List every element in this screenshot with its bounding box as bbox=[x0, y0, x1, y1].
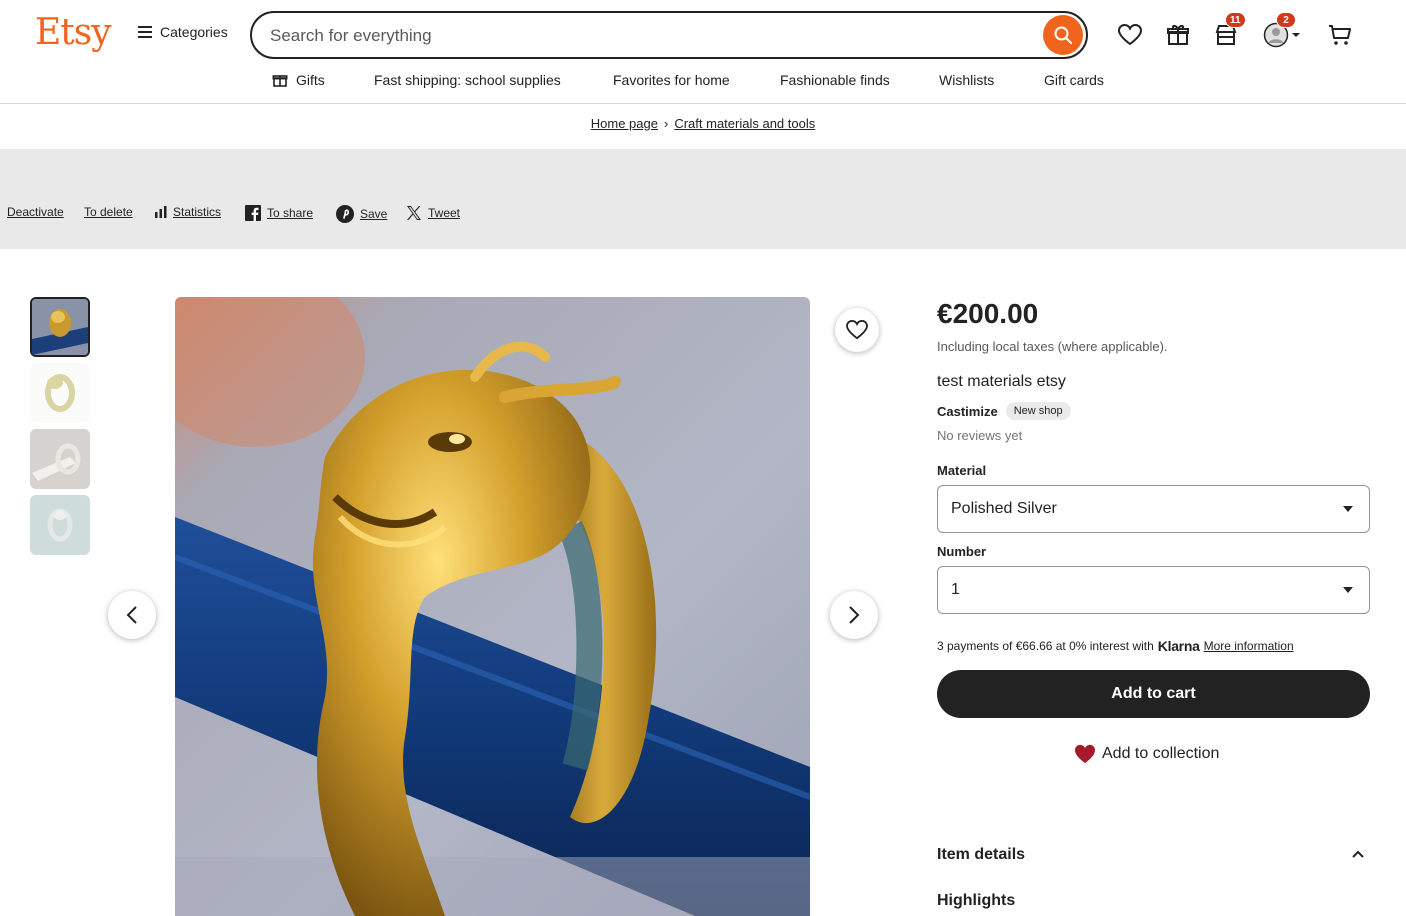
add-to-cart-button[interactable]: Add to cart bbox=[937, 670, 1370, 718]
dropdown-caret-icon bbox=[1343, 587, 1353, 593]
pinterest-save-link[interactable]: Save bbox=[336, 205, 387, 223]
chevron-right-icon: › bbox=[663, 116, 669, 131]
bar-chart-icon bbox=[155, 206, 167, 218]
statistics-label: Statistics bbox=[173, 205, 222, 219]
next-image-button[interactable] bbox=[830, 591, 878, 639]
item-details-heading: Item details bbox=[937, 846, 1026, 863]
previous-image-button[interactable] bbox=[108, 591, 156, 639]
etsy-logo[interactable]: Etsy bbox=[35, 12, 112, 53]
highlights-heading: Highlights bbox=[937, 892, 1016, 909]
favorites-button[interactable] bbox=[1117, 22, 1143, 48]
facebook-icon bbox=[245, 205, 261, 221]
tweet-link[interactable]: Tweet bbox=[406, 205, 460, 221]
material-selected-value: Polished Silver bbox=[951, 500, 1057, 517]
klarna-more-info-link[interactable]: More information bbox=[1204, 639, 1294, 653]
chevron-left-icon bbox=[126, 606, 137, 624]
nav-item-gifts[interactable]: Gifts bbox=[272, 72, 325, 88]
heart-filled-icon bbox=[1075, 744, 1095, 764]
product-main-image[interactable] bbox=[175, 297, 810, 916]
thumbnail-4[interactable] bbox=[30, 495, 90, 555]
klarna-text: 3 payments of €66.66 at 0% interest with bbox=[937, 639, 1154, 653]
search-button[interactable] bbox=[1043, 15, 1083, 55]
chevron-right-icon bbox=[849, 606, 860, 624]
breadcrumb-category-link[interactable]: Craft materials and tools bbox=[674, 116, 815, 131]
statistics-link[interactable]: Statistics bbox=[155, 205, 221, 219]
listing-admin-bar: Deactivate To delete Statistics To share… bbox=[0, 149, 1406, 249]
gift-icon bbox=[272, 75, 288, 87]
heart-outline-icon bbox=[846, 320, 868, 340]
number-selected-value: 1 bbox=[951, 581, 960, 598]
tweet-label: Tweet bbox=[428, 206, 461, 220]
shop-name-link[interactable]: Castimize bbox=[937, 404, 998, 419]
share-link[interactable]: To share bbox=[245, 205, 313, 221]
pinterest-icon bbox=[336, 205, 354, 223]
x-twitter-icon bbox=[407, 206, 421, 220]
klarna-logo: Klarna bbox=[1157, 638, 1200, 654]
heart-outline-icon bbox=[1118, 24, 1142, 46]
material-select[interactable]: Polished Silver bbox=[937, 485, 1370, 533]
add-to-collection-label: Add to collection bbox=[1102, 745, 1220, 762]
shop-manager-button[interactable]: 11 bbox=[1213, 12, 1246, 48]
share-label: To share bbox=[267, 206, 314, 220]
shop-notification-badge: 11 bbox=[1225, 12, 1246, 28]
search-input[interactable] bbox=[270, 23, 1030, 49]
nav-item-fashionable-finds[interactable]: Fashionable finds bbox=[780, 72, 890, 88]
dragon-ring-photo bbox=[175, 297, 810, 916]
thumbnail-3[interactable] bbox=[30, 429, 90, 489]
deactivate-link[interactable]: Deactivate bbox=[7, 205, 64, 219]
thumbnail-1[interactable] bbox=[30, 297, 90, 357]
klarna-payment-info: 3 payments of €66.66 at 0% interest with… bbox=[937, 638, 1294, 654]
nav-item-label: Gifts bbox=[296, 72, 325, 88]
number-select[interactable]: 1 bbox=[937, 566, 1370, 614]
breadcrumb: Home page › Craft materials and tools bbox=[0, 116, 1406, 131]
product-price: €200.00 bbox=[937, 298, 1039, 329]
site-header: Etsy Categories 11 bbox=[0, 0, 1406, 104]
account-menu-button[interactable]: 2 bbox=[1260, 12, 1304, 48]
product-thumbnail-image bbox=[30, 363, 90, 423]
shop-info: Castimize New shop bbox=[937, 402, 1071, 420]
search-icon bbox=[1054, 26, 1073, 45]
cart-icon bbox=[1329, 25, 1351, 45]
add-to-collection-button[interactable]: Add to collection bbox=[1074, 744, 1219, 764]
delete-link[interactable]: To delete bbox=[84, 205, 133, 219]
chevron-up-icon bbox=[1352, 850, 1364, 858]
product-thumbnail-image bbox=[32, 299, 88, 355]
categories-label: Categories bbox=[160, 24, 228, 40]
chevron-down-icon bbox=[1292, 33, 1300, 37]
gift-mode-button[interactable] bbox=[1165, 22, 1191, 48]
favorite-listing-button[interactable] bbox=[835, 308, 879, 352]
save-label: Save bbox=[360, 207, 388, 221]
product-thumbnail-image bbox=[30, 495, 90, 555]
breadcrumb-home-link[interactable]: Home page bbox=[591, 116, 658, 131]
account-notification-badge: 2 bbox=[1276, 12, 1296, 28]
nav-item-fast-shipping[interactable]: Fast shipping: school supplies bbox=[374, 72, 561, 88]
nav-item-gift-cards[interactable]: Gift cards bbox=[1044, 72, 1104, 88]
number-label: Number bbox=[937, 544, 987, 559]
cart-button[interactable] bbox=[1327, 22, 1353, 48]
dropdown-caret-icon bbox=[1343, 506, 1353, 512]
tax-note: Including local taxes (where applicable)… bbox=[937, 339, 1168, 354]
nav-item-favorites-home[interactable]: Favorites for home bbox=[613, 72, 730, 88]
category-nav: Gifts Fast shipping: school supplies Fav… bbox=[0, 72, 1406, 92]
product-title: test materials etsy bbox=[937, 373, 1066, 390]
thumbnail-2[interactable] bbox=[30, 363, 90, 423]
new-shop-badge: New shop bbox=[1005, 402, 1071, 420]
reviews-status: No reviews yet bbox=[937, 428, 1023, 443]
item-details-toggle[interactable]: Item details bbox=[937, 846, 1370, 864]
material-label: Material bbox=[937, 463, 987, 478]
nav-item-wishlists[interactable]: Wishlists bbox=[939, 72, 994, 88]
search-bar bbox=[250, 11, 1088, 59]
categories-menu-button[interactable]: Categories bbox=[138, 24, 228, 40]
hamburger-icon bbox=[138, 26, 152, 38]
gift-icon bbox=[1167, 25, 1189, 45]
product-thumbnail-image bbox=[30, 429, 90, 489]
